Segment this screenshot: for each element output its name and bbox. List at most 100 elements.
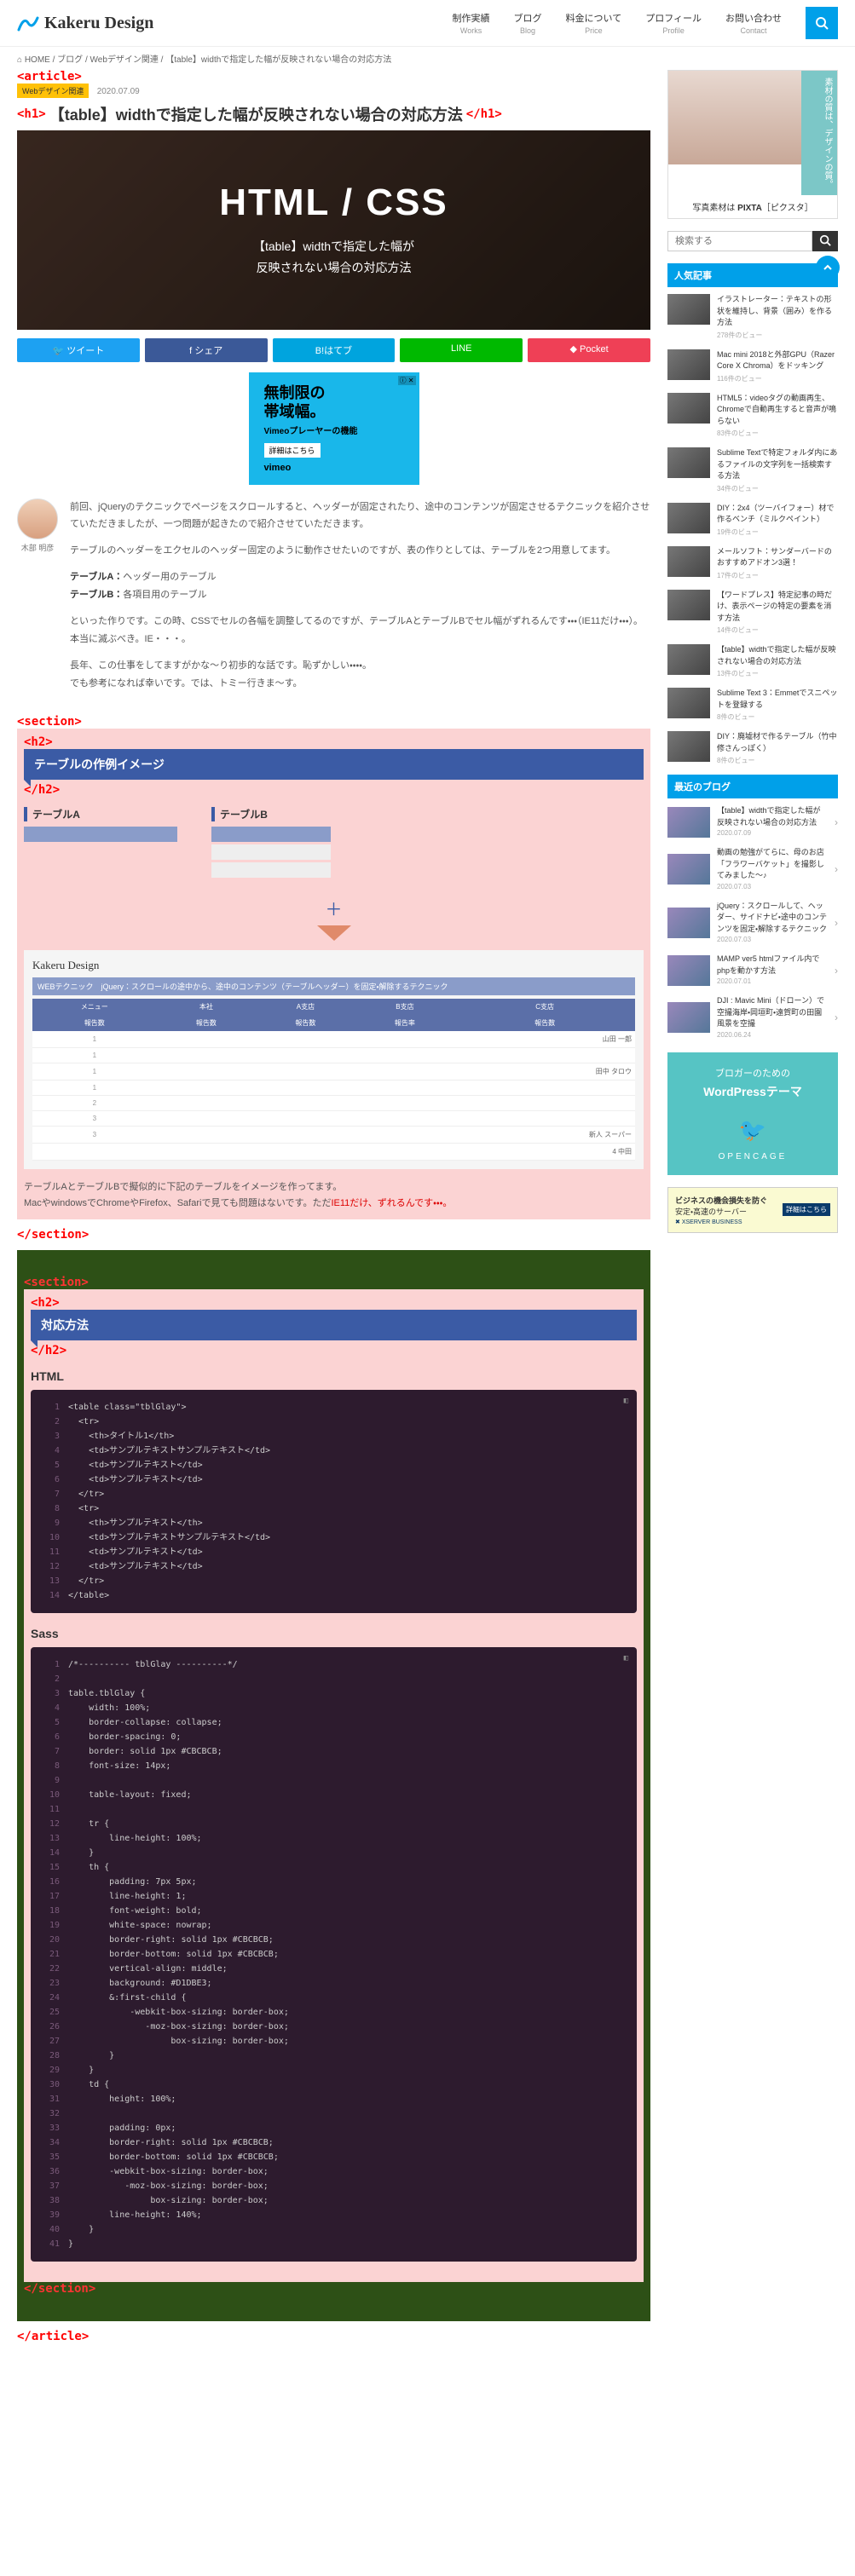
annotation-h2-open-2: <h2> bbox=[31, 1296, 60, 1310]
category-badge[interactable]: Webデザイン関連 bbox=[17, 84, 89, 98]
xserver-cta[interactable]: 詳細はこちら bbox=[783, 1203, 830, 1216]
table-row: 4 中田 bbox=[32, 1143, 635, 1160]
item-title: jQuery：スクロールして、ヘッダー、サイドナビ・途中のコンテンツを固定・解除… bbox=[717, 901, 828, 936]
ad-close-icon[interactable]: ⓘ ✕ bbox=[398, 376, 416, 385]
list-item[interactable]: 【ワードプレス】特定記事の時だけ、表示ページの特定の要素を消す方法14件のビュー bbox=[667, 590, 838, 637]
item-title: DJI : Mavic Mini（ドローン）で空撮海岸・岡垣町・遠賀町の田園風景… bbox=[717, 995, 828, 1030]
list-item[interactable]: Sublime Text 3：Emmetでスニペットを登録する8件のビュー bbox=[667, 688, 838, 723]
popular-heading: 人気記事 bbox=[667, 263, 838, 287]
lead-p4: 長年、この仕事をしてますがかな～り初歩的な話です。恥ずかしい・・・・。でも参考に… bbox=[70, 657, 650, 693]
item-views: 278件のビュー bbox=[717, 331, 838, 341]
html-code-block[interactable]: ◧1<table class="tblGlay"> 2 <tr> 3 <th>タ… bbox=[31, 1390, 637, 1613]
hero-sub1: 【table】widthで指定した幅が bbox=[34, 236, 633, 257]
list-item[interactable]: メールソフト：サンダーバードのおすすめアドオン3選！17件のビュー bbox=[667, 546, 838, 581]
chevron-right-icon: › bbox=[835, 1011, 838, 1023]
post-date: 2020.07.09 bbox=[97, 87, 140, 96]
chevron-right-icon: › bbox=[835, 917, 838, 929]
search-input[interactable] bbox=[667, 231, 812, 251]
nav-profile[interactable]: プロフィールProfile bbox=[645, 11, 702, 35]
page-title: 【table】widthで指定した幅が反映されない場合の対応方法 bbox=[49, 103, 463, 125]
pixta-caption: 写真素材は PIXTA［ピクスタ］ bbox=[668, 195, 837, 218]
search-submit[interactable] bbox=[812, 231, 838, 251]
item-views: 13件のビュー bbox=[717, 669, 838, 679]
nav-price[interactable]: 料金についてPrice bbox=[566, 11, 622, 35]
item-title: 動画の勉強がてらに、母のお店「フラワーバケット」を撮影してみました～♪ bbox=[717, 847, 828, 882]
item-title: 【ワードプレス】特定記事の時だけ、表示ページの特定の要素を消す方法 bbox=[717, 590, 838, 625]
annotation-section2-close: </section> bbox=[24, 2282, 95, 2296]
crumb-blog[interactable]: ブログ bbox=[57, 55, 90, 65]
item-views: 116件のビュー bbox=[717, 374, 838, 384]
list-item[interactable]: jQuery：スクロールして、ヘッダー、サイドナビ・途中のコンテンツを固定・解除… bbox=[667, 901, 838, 946]
list-item[interactable]: DIY：廃墟材で作るテーブル（竹中 修さんっぽく）8件のビュー bbox=[667, 731, 838, 766]
table-row: 1 bbox=[32, 1047, 635, 1063]
table-row: 1 bbox=[32, 1080, 635, 1095]
html-heading: HTML bbox=[31, 1369, 637, 1383]
list-item[interactable]: Mac mini 2018と外部GPU（Razer Core X Chroma）… bbox=[667, 349, 838, 384]
author-block: 木部 明彦 bbox=[17, 498, 58, 701]
thumbnail bbox=[667, 447, 710, 478]
share-twitter[interactable]: 🐦 ツイート bbox=[17, 338, 140, 362]
main-nav: 制作実績Works ブログBlog 料金についてPrice プロフィールProf… bbox=[453, 7, 838, 39]
vimeo-ad[interactable]: ⓘ ✕ 無制限の 帯域幅。 Vimeoプレーヤーの機能 詳細はこちら vimeo bbox=[249, 372, 419, 484]
ad-cta[interactable]: 詳細はこちら bbox=[264, 443, 321, 458]
item-views: 17件のビュー bbox=[717, 571, 838, 581]
plus-icon: ＋ bbox=[24, 896, 644, 920]
lead-block: 木部 明彦 前回、jQueryのテクニックでページをスクロールすると、ヘッダーが… bbox=[17, 498, 650, 701]
chevron-up-icon bbox=[823, 262, 833, 273]
header-search-button[interactable] bbox=[806, 7, 838, 39]
share-hatena[interactable]: B!はてブ bbox=[273, 338, 396, 362]
hero-big: HTML / CSS bbox=[34, 182, 633, 224]
section-2: <h2> 対応方法 </h2> HTML ◧1<table class="tbl… bbox=[24, 1289, 644, 2282]
green-context: <section> <h2> 対応方法 </h2> HTML ◧1<table … bbox=[17, 1250, 650, 2321]
share-facebook[interactable]: f シェア bbox=[145, 338, 268, 362]
sidebar-search bbox=[667, 231, 838, 251]
xserver-text: ビジネスの機会損失を防ぐ 安定・高速のサーバー ✖ XSERVER BUSINE… bbox=[675, 1195, 767, 1225]
lead-p3: といった作りです。この時、CSSでセルの各幅を調整してるのですが、テーブルAとテ… bbox=[70, 613, 650, 648]
thumbnail bbox=[667, 688, 710, 718]
logo-icon bbox=[17, 14, 39, 32]
chevron-right-icon: › bbox=[835, 816, 838, 828]
site-logo[interactable]: Kakeru Design bbox=[17, 14, 153, 33]
share-line[interactable]: LINE bbox=[400, 338, 523, 362]
pixta-image bbox=[668, 71, 801, 164]
nav-works[interactable]: 制作実績Works bbox=[453, 11, 490, 35]
xserver-banner[interactable]: ビジネスの機会損失を防ぐ 安定・高速のサーバー ✖ XSERVER BUSINE… bbox=[667, 1187, 838, 1233]
item-views: 34件のビュー bbox=[717, 484, 838, 494]
list-item[interactable]: MAMP ver5 htmlファイル内でphpを動かす方法2020.07.01› bbox=[667, 954, 838, 987]
table-row: 1田中 タロウ bbox=[32, 1063, 635, 1080]
item-title: DIY：廃墟材で作るテーブル（竹中 修さんっぽく） bbox=[717, 731, 838, 754]
list-item[interactable]: DIY：2x4（ツーバイフォー）材で作るベンチ（ミルクペイント）19件のビュー bbox=[667, 503, 838, 538]
sidebar: 素材の質は、デザインの質。 写真素材は PIXTA［ピクスタ］ 人気記事 イラス… bbox=[667, 70, 838, 2343]
annotation-section1-open: <section> bbox=[17, 715, 82, 729]
table-row: 1山田 一郎 bbox=[32, 1031, 635, 1048]
pixta-ad[interactable]: 素材の質は、デザインの質。 写真素材は PIXTA［ピクスタ］ bbox=[667, 70, 838, 219]
banner-icon: 🐦 bbox=[676, 1117, 829, 1144]
crumb-home[interactable]: HOME bbox=[25, 55, 57, 65]
logo-text: Kakeru Design bbox=[44, 14, 153, 33]
crumb-cat[interactable]: Webデザイン関連 bbox=[90, 55, 166, 65]
list-item[interactable]: イラストレーター：テキストの形状を維持し、背景（囲み）を作る方法278件のビュー bbox=[667, 294, 838, 341]
thumbnail bbox=[667, 546, 710, 577]
list-item[interactable]: 【table】widthで指定した幅が反映されない場合の対応方法13件のビュー bbox=[667, 644, 838, 679]
list-item[interactable]: 動画の勉強がてらに、母のお店「フラワーバケット」を撮影してみました～♪2020.… bbox=[667, 847, 838, 892]
banner-t3: OPENCAGE bbox=[676, 1152, 829, 1161]
thumbnail bbox=[667, 393, 710, 424]
item-views: 14件のビュー bbox=[717, 625, 838, 636]
annotation-article-close: </article> bbox=[17, 2330, 89, 2343]
share-pocket[interactable]: ◆ Pocket bbox=[528, 338, 650, 362]
nav-contact[interactable]: お問い合わせContact bbox=[725, 11, 782, 35]
nav-blog[interactable]: ブログBlog bbox=[514, 11, 542, 35]
list-item[interactable]: Sublime Textで特定フォルダ内にあるファイルの文字列を一括検索する方法… bbox=[667, 447, 838, 494]
post-hero: HTML / CSS 【table】widthで指定した幅が 反映されない場合の… bbox=[17, 130, 650, 330]
scroll-top-button[interactable] bbox=[816, 256, 840, 279]
item-title: HTML5：videoタグの動画再生、Chromeで自動再生すると音声が鳴らない bbox=[717, 393, 838, 428]
list-item[interactable]: HTML5：videoタグの動画再生、Chromeで自動再生すると音声が鳴らない… bbox=[667, 393, 838, 440]
crumb-current: 【table】widthで指定した幅が反映されない場合の対応方法 bbox=[165, 55, 391, 65]
opencage-banner[interactable]: ブロガーのための WordPressテーマ 🐦 OPENCAGE bbox=[667, 1052, 838, 1175]
table-a-label: テーブルA bbox=[24, 807, 177, 821]
sass-code-block[interactable]: ◧1/*---------- tblGlay ----------*/ 2 3t… bbox=[31, 1647, 637, 2262]
list-item[interactable]: 【table】widthで指定した幅が反映されない場合の対応方法2020.07.… bbox=[667, 805, 838, 838]
down-arrow-icon bbox=[24, 925, 644, 945]
list-item[interactable]: DJI : Mavic Mini（ドローン）で空撮海岸・岡垣町・遠賀町の田園風景… bbox=[667, 995, 838, 1040]
annotation-h1-close: </h1> bbox=[466, 107, 502, 121]
